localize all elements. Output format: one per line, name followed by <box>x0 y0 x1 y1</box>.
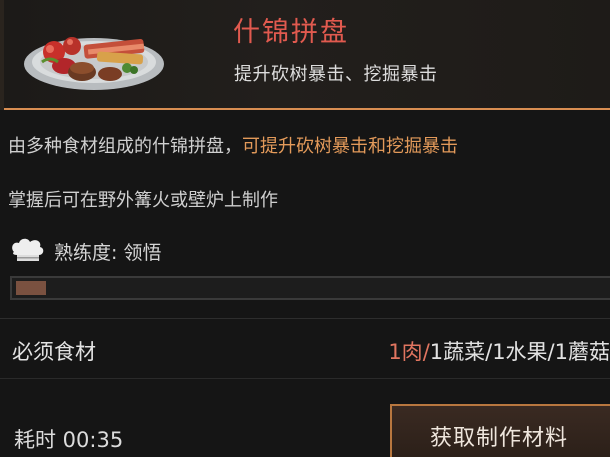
proficiency-bar <box>10 276 610 300</box>
get-materials-button[interactable]: 获取制作材料 <box>390 404 610 457</box>
recipe-effect: 提升砍树暴击、挖掘暴击 <box>234 64 438 85</box>
mixed-platter-icon <box>22 22 167 94</box>
proficiency-label: 熟练度: 领悟 <box>54 242 162 264</box>
divider <box>0 378 610 379</box>
chef-hat-icon <box>8 236 48 266</box>
recipe-title: 什锦拼盘 <box>233 17 349 48</box>
description-text: 由多种食材组成的什锦拼盘， <box>8 136 242 157</box>
ingredient-others: 1蔬菜/1水果/1蘑菇 <box>429 340 610 364</box>
proficiency-fill <box>16 281 46 295</box>
ingredient-separator: / <box>422 340 430 364</box>
ingredients-list: 1肉/1蔬菜/1水果/1蘑菇 <box>388 336 610 366</box>
recipe-description: 由多种食材组成的什锦拼盘，可提升砍树暴击和挖掘暴击 <box>8 136 610 158</box>
header-edge <box>0 0 4 110</box>
ingredients-label: 必须食材 <box>12 340 96 364</box>
craft-time: 耗时 00:35 <box>14 428 124 452</box>
recipe-crafting-location: 掌握后可在野外篝火或壁炉上制作 <box>8 190 278 211</box>
recipe-header: 什锦拼盘 提升砍树暴击、挖掘暴击 <box>0 0 610 110</box>
divider <box>0 318 610 319</box>
ingredient-meat: 1肉 <box>388 340 423 364</box>
description-highlight: 可提升砍树暴击和挖掘暴击 <box>242 136 458 157</box>
